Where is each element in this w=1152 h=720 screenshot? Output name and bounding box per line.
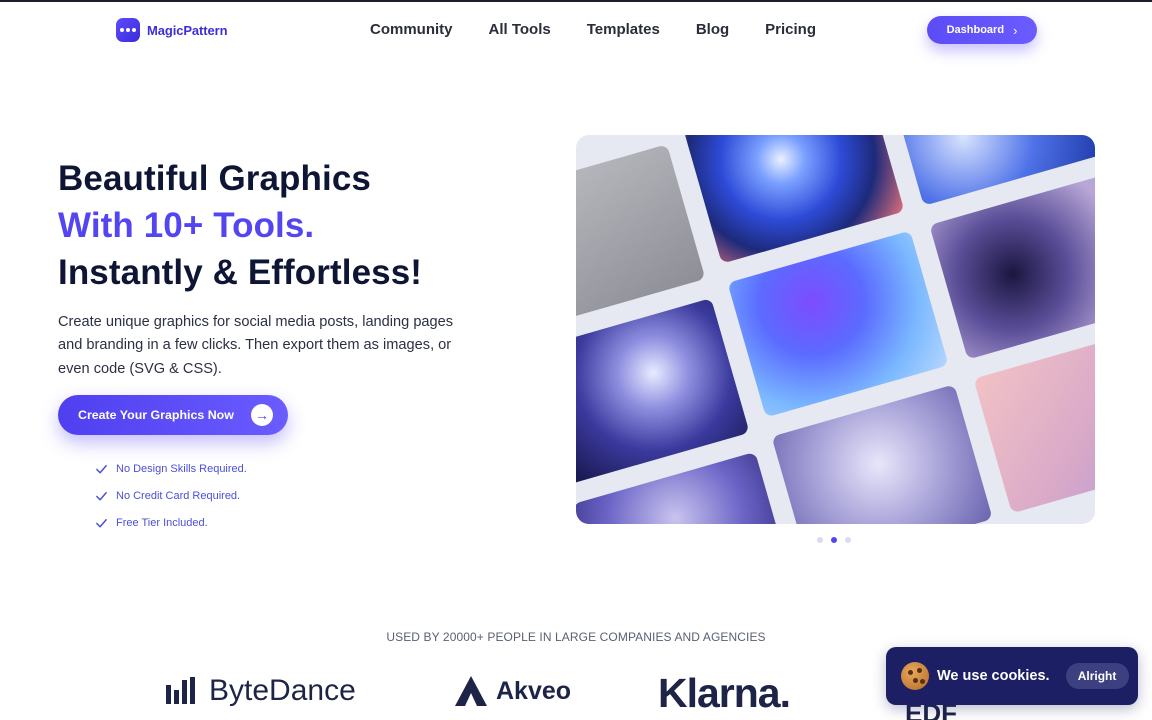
company-logo-bytedance: ByteDance [165,674,356,708]
feature-check-item: No Credit Card Required. [95,482,247,509]
feature-check-item: No Design Skills Required. [95,455,247,482]
feature-check-label: No Design Skills Required. [116,462,247,475]
company-name: Klarna. [658,670,791,716]
gradient-tile [929,172,1095,360]
cookie-icon [901,662,929,690]
top-navigation: MagicPattern Community All Tools Templat… [0,0,1152,62]
company-name: Akveo [496,676,572,705]
gradient-tile [576,298,750,485]
company-name: ByteDance [209,674,356,707]
arrow-right-icon: → [251,404,273,426]
feature-check-item: Free Tier Included. [95,509,247,536]
create-graphics-button-label: Create Your Graphics Now [78,408,234,422]
chevron-right-icon: › [1013,22,1018,38]
feature-check-label: No Credit Card Required. [116,489,241,502]
gradient-tile [973,326,1095,514]
gradient-tile [727,230,949,418]
carousel-indicators [817,537,851,543]
hero-description: Create unique graphics for social media … [58,314,454,377]
brand-logo[interactable]: MagicPattern [116,18,228,42]
main-menu: Community All Tools Templates Blog Prici… [370,21,816,38]
carousel-dot[interactable] [817,537,823,543]
gradient-tile [576,144,706,332]
carousel-dot-active[interactable] [831,537,837,543]
feature-checklist: No Design Skills Required. No Credit Car… [95,455,247,536]
hero-title-line-3: Instantly & Effortless! [58,253,423,292]
akveo-logo-icon [455,676,487,706]
nav-link-community[interactable]: Community [370,21,453,38]
nav-link-all-tools[interactable]: All Tools [489,21,551,38]
checkmark-icon [96,518,107,527]
checkmark-icon [96,464,107,473]
cookie-accept-button[interactable]: Alright [1065,663,1129,689]
checkmark-icon [96,491,107,500]
dashboard-button-label: Dashboard [946,24,1005,36]
gradient-tiles [576,135,1095,524]
brand-name: MagicPattern [147,22,228,38]
create-graphics-button[interactable]: Create Your Graphics Now → [58,395,288,435]
nav-link-pricing[interactable]: Pricing [765,21,816,38]
magicpattern-logo-icon [116,18,140,42]
company-logo-klarna: Klarna. [658,670,791,717]
hero-gradient-showcase-image [576,135,1095,524]
cookie-banner: We use cookies. Alright [886,647,1138,705]
nav-link-templates[interactable]: Templates [587,21,660,38]
hero-title-line-2: With 10+ Tools. [58,206,315,245]
hero-title-line-1: Beautiful Graphics [58,159,371,198]
feature-check-label: Free Tier Included. [116,516,208,529]
bytedance-logo-icon [166,677,195,704]
company-logo-akveo: Akveo [454,675,571,707]
cookie-message: We use cookies. [937,668,1050,684]
nav-link-blog[interactable]: Blog [696,21,729,38]
dashboard-button[interactable]: Dashboard › [927,16,1037,44]
carousel-dot[interactable] [845,537,851,543]
social-proof-heading: USED BY 20000+ PEOPLE IN LARGE COMPANIES… [386,630,766,644]
